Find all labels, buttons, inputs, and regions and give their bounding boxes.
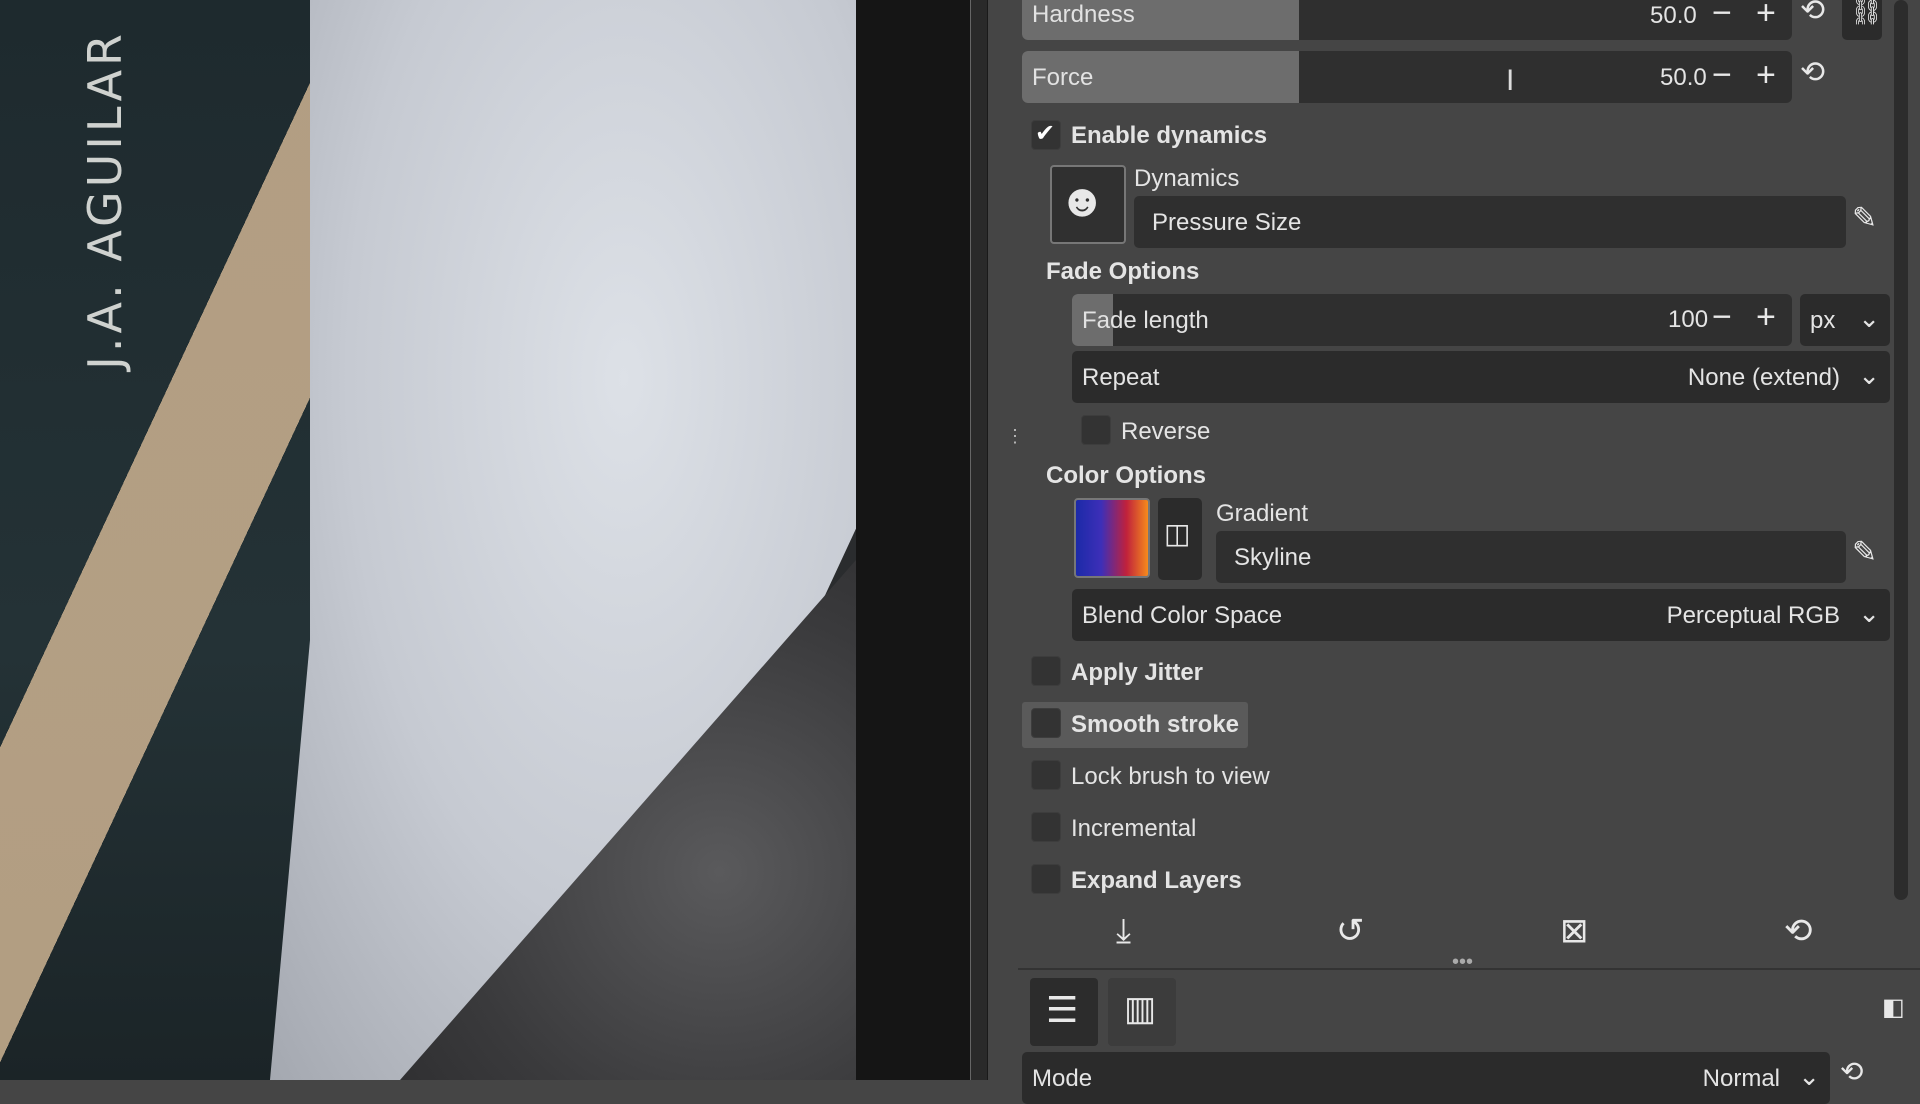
tab-layers[interactable]: ☰ [1030,978,1098,1046]
expand-layers-checkbox[interactable] [1031,864,1061,894]
tab-channels[interactable]: ▥ [1108,978,1176,1046]
chain-link-icon: ⛓ [1850,0,1884,26]
edit-gradient-icon[interactable]: ✎ [1852,538,1877,568]
mode-reset-icon[interactable]: ⟲ [1840,1058,1863,1086]
vertical-scrollbar-canvas[interactable] [970,0,988,1080]
text-cursor-icon: I [1506,64,1515,97]
restore-preset-icon[interactable]: ↺ [1336,914,1365,948]
dock-grip-icon[interactable]: ⋮ [1006,427,1024,445]
delete-preset-icon[interactable]: ⊠ [1560,914,1589,948]
canvas-padding [856,0,970,1080]
chevron-down-icon: ⌄ [1858,360,1880,390]
channels-icon: ▥ [1124,990,1157,1028]
save-preset-icon[interactable]: ⤓ [1116,914,1131,948]
fade-length-value: 100 [1668,306,1709,333]
lock-brush-label: Lock brush to view [1071,763,1270,790]
fade-length-decrease-icon[interactable]: − [1712,300,1732,334]
blend-color-space-select[interactable]: Blend Color Space Perceptual RGB ⌄ [1072,589,1890,641]
fade-options-heading: Fade Options [1046,258,1200,285]
apply-jitter-label: Apply Jitter [1071,659,1204,686]
color-options-heading: Color Options [1046,462,1206,489]
mode-label: Mode [1032,1065,1093,1092]
dynamics-icon: ☻ [1058,174,1107,226]
smooth-stroke-label: Smooth stroke [1071,711,1240,738]
chevron-down-icon: ⌄ [1798,1061,1820,1091]
fade-length-increase-icon[interactable]: + [1756,300,1776,334]
photo-author-text: J.A. AGUILAR [78,30,132,370]
dynamics-heading: Dynamics [1134,165,1240,192]
image-canvas[interactable]: J.A. AGUILAR [0,0,856,1080]
mode-value: Normal [1702,1065,1780,1092]
hardness-value: 50.0 [1650,2,1697,29]
lock-brush-checkbox[interactable] [1031,760,1061,790]
chevron-down-icon: ⌄ [1858,598,1880,628]
gradient-heading: Gradient [1216,500,1309,527]
dynamics-value: Pressure Size [1152,209,1302,236]
repeat-value: None (extend) [1687,364,1840,391]
force-reset-icon[interactable]: ⟲ [1800,58,1825,88]
force-label: Force [1032,64,1094,91]
link-toggle-button[interactable]: ⛓ [1842,0,1884,40]
chevron-down-icon: ⌄ [1858,303,1880,333]
reverse-label: Reverse [1121,418,1211,445]
force-increase-icon[interactable]: + [1756,58,1776,92]
blend-color-space-value: Perceptual RGB [1666,602,1840,629]
photo-book-spine [0,0,320,1080]
gradient-field[interactable]: Skyline [1216,531,1846,583]
gradient-preview-button[interactable] [1074,498,1150,578]
incremental-label: Incremental [1071,815,1197,842]
apply-jitter-checkbox[interactable] [1031,656,1061,686]
expand-layers-label: Expand Layers [1071,867,1242,894]
reverse-checkbox[interactable] [1081,415,1111,445]
mode-select[interactable]: Mode Normal ⌄ [1022,1052,1830,1104]
hardness-reset-icon[interactable]: ⟲ [1800,0,1825,26]
fade-unit-value: px [1810,307,1836,334]
reset-options-icon[interactable]: ⟲ [1784,914,1813,948]
repeat-label: Repeat [1082,364,1160,391]
dock-separator [1018,968,1920,970]
hardness-increase-icon[interactable]: + [1756,0,1776,30]
blend-color-space-label: Blend Color Space [1082,602,1283,629]
edit-dynamics-icon[interactable]: ✎ [1852,204,1877,234]
smooth-stroke-checkbox[interactable] [1031,708,1061,738]
dock-menu-icon[interactable]: ◧ [1882,996,1905,1020]
enable-dynamics-checkbox[interactable] [1031,119,1061,150]
reverse-gradient-button[interactable]: ◫ [1158,498,1202,580]
panel-scrollbar[interactable] [1894,0,1908,900]
force-value: 50.0 [1660,64,1707,91]
dynamics-preview-button[interactable]: ☻ [1050,165,1126,244]
fade-length-label: Fade length [1082,307,1209,334]
hardness-label: Hardness [1032,1,1135,28]
fade-unit-select[interactable]: px ⌄ [1800,294,1890,346]
gradient-value: Skyline [1234,544,1312,571]
incremental-checkbox[interactable] [1031,812,1061,842]
repeat-select[interactable]: Repeat None (extend) ⌄ [1072,351,1890,403]
force-decrease-icon[interactable]: − [1712,58,1732,92]
layers-icon: ☰ [1046,989,1079,1030]
flip-gradient-icon: ◫ [1164,518,1191,549]
hardness-decrease-icon[interactable]: − [1712,0,1732,30]
enable-dynamics-label: Enable dynamics [1071,122,1268,149]
dynamics-field[interactable]: Pressure Size [1134,196,1846,248]
